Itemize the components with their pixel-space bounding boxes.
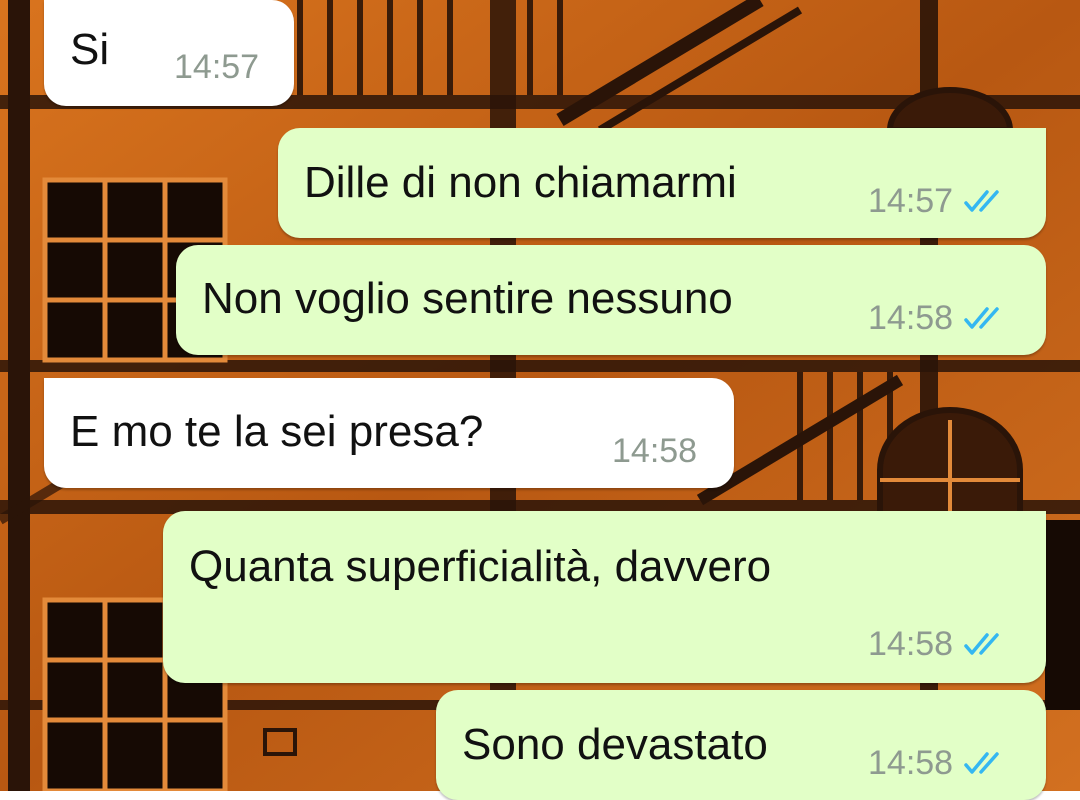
message-timestamp: 14:58 — [868, 627, 1009, 661]
message-timestamp: 14:58 — [612, 434, 697, 468]
message-time: 14:57 — [868, 182, 954, 220]
message-text: Sono devastato — [462, 720, 768, 769]
message-text: Si — [70, 25, 110, 74]
message-text: Non voglio sentire nessuno — [202, 274, 733, 323]
message-time: 14:58 — [612, 432, 698, 470]
message-time: 14:58 — [868, 625, 954, 663]
outgoing-message-bubble[interactable]: Non voglio sentire nessuno 14:58 — [176, 245, 1046, 355]
double-check-icon — [964, 633, 999, 655]
message-timestamp: 14:57 — [174, 50, 259, 84]
message-timestamp: 14:57 — [868, 184, 1009, 218]
incoming-message-bubble[interactable]: E mo te la sei presa? 14:58 — [44, 378, 734, 488]
message-time: 14:58 — [868, 744, 954, 782]
outgoing-message-bubble[interactable]: Quanta superficialità, davvero 14:58 — [163, 511, 1046, 683]
double-check-icon — [964, 190, 999, 212]
message-time: 14:57 — [174, 48, 260, 86]
incoming-message-bubble[interactable]: Si 14:57 — [44, 0, 294, 106]
double-check-icon — [964, 752, 999, 774]
message-text: Dille di non chiamarmi — [304, 158, 737, 207]
message-text: E mo te la sei presa? — [70, 407, 484, 456]
outgoing-message-bubble[interactable]: Dille di non chiamarmi 14:57 — [278, 128, 1046, 238]
message-time: 14:58 — [868, 299, 954, 337]
double-check-icon — [964, 307, 999, 329]
outgoing-message-bubble[interactable]: Sono devastato 14:58 — [436, 690, 1046, 800]
message-timestamp: 14:58 — [868, 746, 1009, 780]
message-timestamp: 14:58 — [868, 301, 1009, 335]
message-text: Quanta superficialità, davvero — [189, 542, 772, 591]
